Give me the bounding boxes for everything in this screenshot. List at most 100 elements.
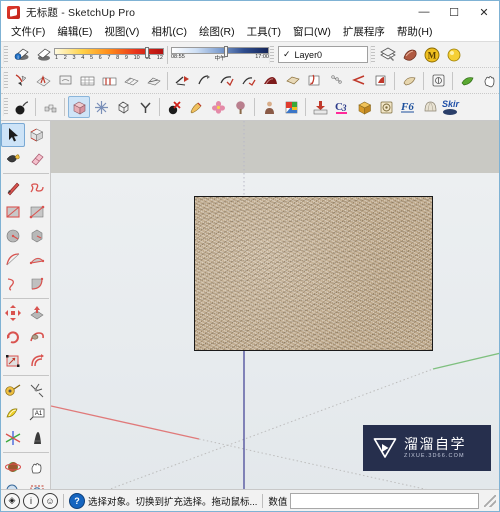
zoom-icon[interactable] <box>1 479 25 489</box>
select-tool-icon[interactable] <box>1 123 25 147</box>
styles-button[interactable] <box>443 44 465 66</box>
menu-extensions[interactable]: 扩展程序 <box>337 24 391 40</box>
display-sections-icon[interactable] <box>193 70 215 92</box>
menu-window[interactable]: 窗口(W) <box>287 24 337 40</box>
two-point-arc-icon[interactable] <box>1 272 25 296</box>
sandbox-from-contours-icon[interactable] <box>10 70 32 92</box>
c3-icon[interactable]: C 3 <box>331 96 353 118</box>
textured-rectangle[interactable] <box>194 196 433 351</box>
pie-arc-icon[interactable] <box>25 248 49 272</box>
angle-icon[interactable] <box>325 70 347 92</box>
account-icon[interactable]: ☺ <box>42 492 58 509</box>
close-button[interactable]: ✕ <box>469 1 499 23</box>
soften-edges-icon[interactable] <box>369 70 391 92</box>
menu-tools[interactable]: 工具(T) <box>241 24 287 40</box>
disk-icon[interactable] <box>375 96 397 118</box>
shadow-month-slider[interactable]: 1 2 3 4 5 6 7 8 9 10 11 12 <box>54 44 164 66</box>
hand-tool-icon[interactable] <box>478 70 500 92</box>
text-tool-icon[interactable]: A1 <box>25 402 49 426</box>
snowflake-icon[interactable] <box>90 96 112 118</box>
eraser-icon[interactable] <box>25 147 49 171</box>
look-around-icon[interactable] <box>281 70 303 92</box>
toolbar-grip[interactable] <box>269 45 274 64</box>
drape-icon[interactable] <box>98 70 120 92</box>
materials-button[interactable] <box>399 44 421 66</box>
shadow-settings-button[interactable] <box>32 44 54 66</box>
pan-icon[interactable] <box>25 455 49 479</box>
menu-file[interactable]: 文件(F) <box>5 24 51 40</box>
menu-view[interactable]: 视图(V) <box>98 24 145 40</box>
info-icon[interactable]: i <box>23 492 39 509</box>
month-slider-track[interactable] <box>54 47 164 58</box>
push-pull-icon[interactable] <box>25 301 49 325</box>
resize-grip[interactable] <box>484 494 496 507</box>
red-x-bomb-icon[interactable] <box>163 96 185 118</box>
follow-me-icon[interactable] <box>25 325 49 349</box>
cluster-icon[interactable] <box>39 96 61 118</box>
3d-text-icon[interactable] <box>25 426 49 450</box>
paint-bucket-icon[interactable] <box>1 147 25 171</box>
smoove-icon[interactable] <box>54 70 76 92</box>
maximize-button[interactable]: ☐ <box>439 1 469 23</box>
wireframe-cube-icon[interactable] <box>112 96 134 118</box>
time-slider-knob[interactable] <box>224 46 228 57</box>
components-button[interactable]: M <box>421 44 443 66</box>
tape-measure-icon[interactable] <box>1 378 25 402</box>
credits-icon[interactable]: ◈ <box>4 492 20 509</box>
offset-icon[interactable] <box>25 349 49 373</box>
time-slider-track[interactable] <box>171 46 269 57</box>
layer-manager-button[interactable] <box>377 44 399 66</box>
shell-icon[interactable] <box>419 96 441 118</box>
gift-box-icon[interactable] <box>353 96 375 118</box>
person-icon[interactable] <box>258 96 280 118</box>
flip-edge-icon[interactable] <box>142 70 164 92</box>
freehand-icon[interactable] <box>25 176 49 200</box>
toolbar-grip[interactable] <box>370 45 375 64</box>
rectangle-icon[interactable] <box>1 200 25 224</box>
drawing-viewport[interactable]: 溜溜自学 ZIXUE.3D66.COM <box>51 121 499 489</box>
menu-help[interactable]: 帮助(H) <box>391 24 439 40</box>
dimension-tool-icon[interactable] <box>1 402 25 426</box>
shadow-time-slider[interactable]: 08:55 中午 17:00 <box>171 44 269 66</box>
toolbar-grip[interactable] <box>3 71 8 90</box>
cube-tool-icon[interactable] <box>427 70 449 92</box>
show-shadows-button[interactable]: i <box>10 44 32 66</box>
layer-selector[interactable]: ✓ Layer0 <box>278 46 368 63</box>
walk-icon[interactable] <box>259 70 281 92</box>
zoom-extents-icon[interactable] <box>25 479 49 489</box>
menu-draw[interactable]: 绘图(R) <box>193 24 241 40</box>
section-plane-icon[interactable] <box>171 70 193 92</box>
add-detail-icon[interactable] <box>120 70 142 92</box>
vcb-input[interactable] <box>290 492 479 509</box>
pencil-line-icon[interactable] <box>1 176 25 200</box>
three-point-arc-icon[interactable] <box>25 272 49 296</box>
toolbar-grip[interactable] <box>3 45 8 64</box>
sandbox-from-scratch-icon[interactable] <box>32 70 54 92</box>
arc-icon[interactable] <box>1 248 25 272</box>
menu-edit[interactable]: 编辑(E) <box>51 24 98 40</box>
menu-camera[interactable]: 相机(C) <box>145 24 193 40</box>
position-camera-icon[interactable] <box>237 70 259 92</box>
color-panel-icon[interactable] <box>280 96 302 118</box>
axes-icon[interactable] <box>1 426 25 450</box>
skin-icon[interactable]: Skir <box>441 96 463 118</box>
help-icon[interactable]: ? <box>69 492 85 509</box>
move-icon[interactable] <box>1 301 25 325</box>
circle-icon[interactable] <box>1 224 25 248</box>
rotate-icon[interactable] <box>1 325 25 349</box>
grass-icon[interactable] <box>456 70 478 92</box>
polygon-icon[interactable] <box>25 224 49 248</box>
tree-icon[interactable] <box>229 96 251 118</box>
minimize-button[interactable]: — <box>409 1 439 23</box>
display-section-cuts-icon[interactable] <box>215 70 237 92</box>
make-component-icon[interactable] <box>25 123 49 147</box>
scale-icon[interactable] <box>1 349 25 373</box>
curve-tool-icon[interactable] <box>347 70 369 92</box>
stamp-icon[interactable] <box>76 70 98 92</box>
bomb-icon[interactable] <box>10 96 32 118</box>
month-slider-knob[interactable] <box>145 47 149 58</box>
f6-icon[interactable]: F6 <box>397 96 419 118</box>
orbit-icon[interactable] <box>1 455 25 479</box>
y-tool-icon[interactable] <box>134 96 156 118</box>
paint-icon[interactable] <box>185 96 207 118</box>
